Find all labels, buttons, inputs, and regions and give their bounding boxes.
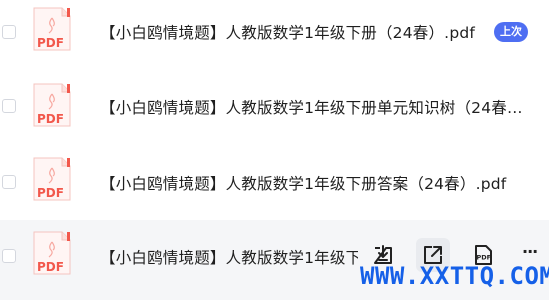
row-checkbox[interactable] <box>2 25 16 39</box>
pdf-icon-label: PDF <box>37 112 64 126</box>
site-watermark: WWW.XXTTQ.COM <box>360 262 549 290</box>
pdf-icon-label: PDF <box>37 36 64 50</box>
pdf-icon-label: PDF <box>37 260 64 274</box>
pdf-file-icon: PDF <box>32 156 72 202</box>
file-row[interactable]: PDF 【小白鸥情境题】人教版数学1年级下册（24春）.pdf 上次 <box>0 0 549 72</box>
file-row[interactable]: PDF 【小白鸥情境题】人教版数学1年级下册答案（24春）.pdf <box>0 146 549 218</box>
row-checkbox[interactable] <box>2 249 16 263</box>
pdf-icon-label: PDF <box>37 186 64 200</box>
pdf-convert-label: PDF <box>477 254 492 262</box>
pdf-file-icon: PDF <box>32 6 72 52</box>
file-name[interactable]: 【小白鸥情境题】人教版数学1年级下册单元知识树（24春）.pdf <box>100 246 358 268</box>
pdf-file-icon: PDF <box>32 82 72 128</box>
file-name[interactable]: 【小白鸥情境题】人教版数学1年级下册（24春）.pdf <box>100 21 475 43</box>
file-name[interactable]: 【小白鸥情境题】人教版数学1年级下册单元知识树（24春… <box>100 96 523 118</box>
last-opened-badge: 上次 <box>494 22 528 42</box>
file-name[interactable]: 【小白鸥情境题】人教版数学1年级下册答案（24春）.pdf <box>100 172 506 194</box>
more-icon: ··· <box>522 242 538 261</box>
row-checkbox[interactable] <box>2 99 16 113</box>
file-row[interactable]: PDF 【小白鸥情境题】人教版数学1年级下册单元知识树（24春… <box>0 70 549 142</box>
row-checkbox[interactable] <box>2 175 16 189</box>
pdf-file-icon: PDF <box>32 230 72 276</box>
file-list: PDF 【小白鸥情境题】人教版数学1年级下册（24春）.pdf 上次 PDF 【… <box>0 0 549 300</box>
